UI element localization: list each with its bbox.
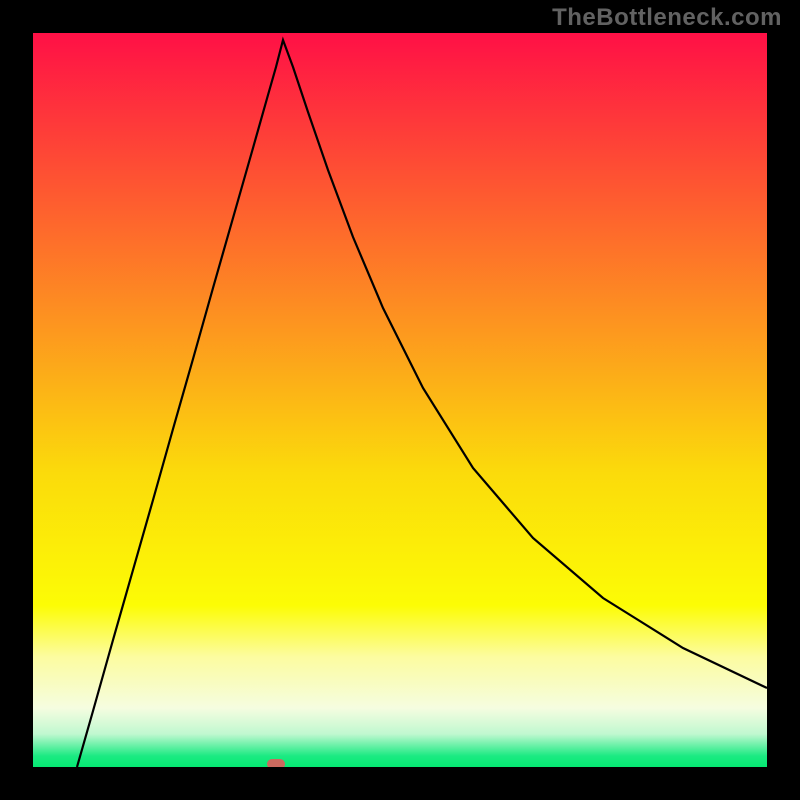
chart-svg	[33, 33, 767, 767]
gradient-background	[33, 33, 767, 767]
chart-frame: TheBottleneck.com	[0, 0, 800, 800]
watermark-text: TheBottleneck.com	[552, 4, 782, 32]
trough-marker	[267, 759, 285, 767]
plot-area	[33, 33, 767, 767]
